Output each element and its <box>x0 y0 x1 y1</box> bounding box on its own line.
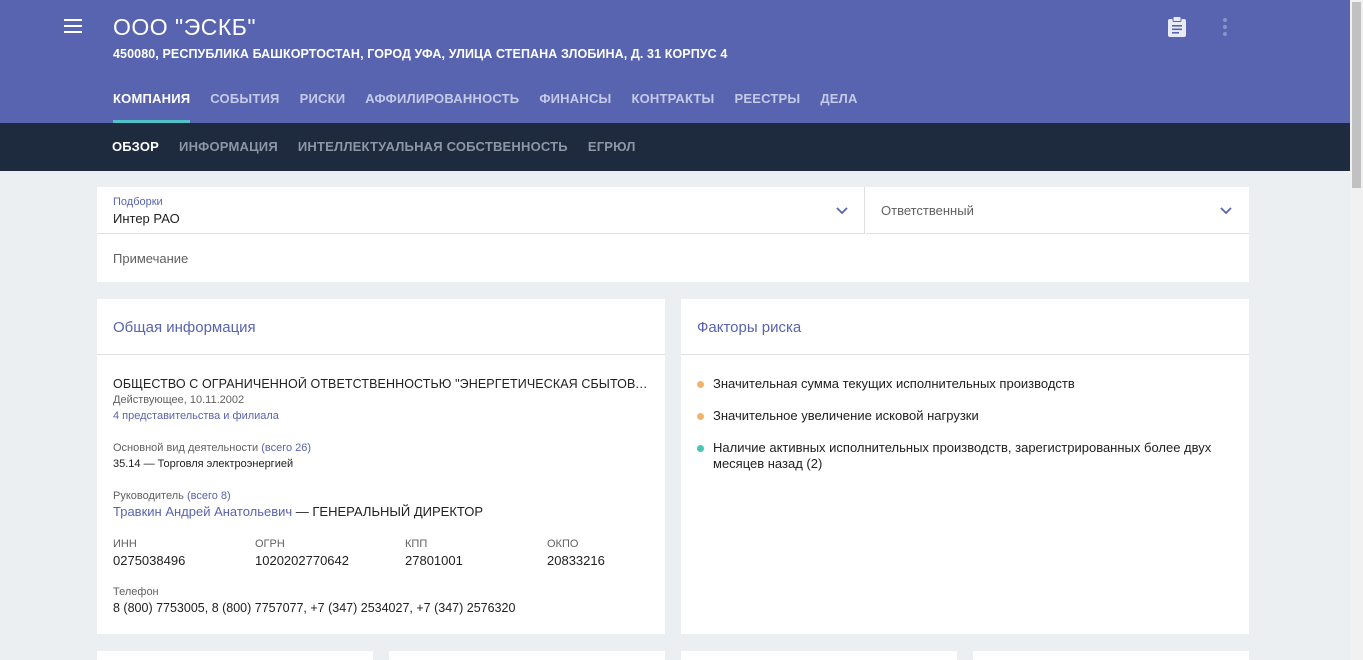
okpo-value: 20833216 <box>547 553 605 568</box>
tab-events[interactable]: СОБЫТИЯ <box>200 85 289 123</box>
responsible-select[interactable]: Ответственный <box>866 187 1249 234</box>
subtab-information[interactable]: ИНФОРМАЦИЯ <box>169 123 288 171</box>
phone-label: Телефон <box>113 586 159 598</box>
chevron-down-icon <box>1220 207 1232 215</box>
note-placeholder: Примечание <box>113 251 189 266</box>
risk-dot-icon <box>697 413 704 420</box>
more-vert-icon[interactable] <box>1218 17 1232 39</box>
tab-registries[interactable]: РЕЕСТРЫ <box>725 85 811 123</box>
app-header: ООО "ЭСКБ" 450080, РЕСПУБЛИКА БАШКОРТОСТ… <box>0 0 1350 123</box>
kpp-value: 27801001 <box>405 553 463 568</box>
ogrn-block: ОГРН 1020202770642 <box>255 538 349 568</box>
activity-label-text: Основной вид деятельности <box>113 442 259 454</box>
subtab-intellectual-property[interactable]: ИНТЕЛЛЕКТУАЛЬНАЯ СОБСТВЕННОСТЬ <box>288 123 578 171</box>
menu-icon[interactable] <box>64 19 82 35</box>
tab-affiliation[interactable]: АФФИЛИРОВАННОСТЬ <box>355 85 529 123</box>
tab-company[interactable]: КОМПАНИЯ <box>103 85 200 123</box>
chevron-down-icon <box>836 207 848 215</box>
ogrn-label: ОГРН <box>255 538 285 550</box>
sub-navigation: ОБЗОР ИНФОРМАЦИЯ ИНТЕЛЛЕКТУАЛЬНАЯ СОБСТВ… <box>0 123 1350 171</box>
activity-value: 35.14 — Торговля электроэнергией <box>113 458 294 470</box>
note-field[interactable]: Примечание <box>97 235 1249 282</box>
head-label: Руководитель (всего 8) <box>113 490 231 502</box>
divider <box>97 354 665 355</box>
bottom-card <box>681 651 957 660</box>
risk-item[interactable]: Значительное увеличение исковой нагрузки <box>697 408 1237 424</box>
head-total-link[interactable]: (всего 8) <box>187 490 231 502</box>
collections-value: Интер РАО <box>113 211 180 226</box>
inn-block: ИНН 0275038496 <box>113 538 185 568</box>
head-label-text: Руководитель <box>113 490 184 502</box>
kpp-label: КПП <box>405 538 428 550</box>
scrollbar[interactable] <box>1350 0 1363 660</box>
tab-contracts[interactable]: КОНТРАКТЫ <box>621 85 724 123</box>
activity-total-link[interactable]: (всего 26) <box>261 442 311 454</box>
subtab-overview[interactable]: ОБЗОР <box>102 123 169 171</box>
risk-item[interactable]: Значительная сумма текущих исполнительны… <box>697 376 1237 392</box>
head-position: — ГЕНЕРАЛЬНЫЙ ДИРЕКТОР <box>292 504 484 519</box>
card-title: Общая информация <box>113 319 256 336</box>
risk-dot-icon <box>697 381 704 388</box>
risk-item[interactable]: Наличие активных исполнительных производ… <box>697 440 1237 472</box>
okpo-block: ОКПО 20833216 <box>547 538 605 568</box>
bottom-card <box>97 651 373 660</box>
risk-dot-icon <box>697 445 704 452</box>
collections-label: Подборки <box>113 196 163 208</box>
risk-factors-card: Факторы риска Значительная сумма текущих… <box>681 299 1249 634</box>
activity-label: Основной вид деятельности (всего 26) <box>113 442 311 454</box>
tab-risks[interactable]: РИСКИ <box>290 85 356 123</box>
divider <box>681 354 1249 355</box>
subtab-egrul[interactable]: ЕГРЮЛ <box>578 123 646 171</box>
risk-text: Значительное увеличение исковой нагрузки <box>713 408 979 423</box>
okpo-label: ОКПО <box>547 538 579 550</box>
scrollbar-thumb[interactable] <box>1352 2 1361 188</box>
phone-value: 8 (800) 7753005, 8 (800) 7757077, +7 (34… <box>113 601 516 615</box>
bottom-card <box>973 651 1249 660</box>
tab-cases[interactable]: ДЕЛА <box>810 85 867 123</box>
company-address: 450080, РЕСПУБЛИКА БАШКОРТОСТАН, ГОРОД У… <box>113 47 728 61</box>
main-tabs: КОМПАНИЯ СОБЫТИЯ РИСКИ АФФИЛИРОВАННОСТЬ … <box>103 85 868 123</box>
general-info-card: Общая информация ОБЩЕСТВО С ОГРАНИЧЕННОЙ… <box>97 299 665 634</box>
collections-select[interactable]: Подборки Интер РАО <box>97 187 865 234</box>
inn-label: ИНН <box>113 538 137 550</box>
company-status: Действующее, 10.11.2002 <box>113 394 245 406</box>
responsible-label: Ответственный <box>881 203 974 218</box>
bottom-card <box>389 651 665 660</box>
company-full-name: ОБЩЕСТВО С ОГРАНИЧЕННОЙ ОТВЕТСТВЕННОСТЬЮ… <box>113 377 653 391</box>
branches-link[interactable]: 4 представительства и филиала <box>113 410 279 422</box>
kpp-block: КПП 27801001 <box>405 538 463 568</box>
card-title: Факторы риска <box>697 319 802 336</box>
clipboard-icon[interactable] <box>1167 16 1187 38</box>
risk-text: Наличие активных исполнительных производ… <box>713 440 1212 471</box>
filters-card: Подборки Интер РАО Ответственный Примеча… <box>97 187 1249 282</box>
ogrn-value: 1020202770642 <box>255 553 349 568</box>
risk-text: Значительная сумма текущих исполнительны… <box>713 376 1075 391</box>
tab-finance[interactable]: ФИНАНСЫ <box>529 85 621 123</box>
head-name-link[interactable]: Травкин Андрей Анатольевич <box>113 504 292 519</box>
inn-value: 0275038496 <box>113 553 186 568</box>
page-title: ООО "ЭСКБ" <box>113 14 257 40</box>
head-value: Травкин Андрей Анатольевич — ГЕНЕРАЛЬНЫЙ… <box>113 504 483 519</box>
